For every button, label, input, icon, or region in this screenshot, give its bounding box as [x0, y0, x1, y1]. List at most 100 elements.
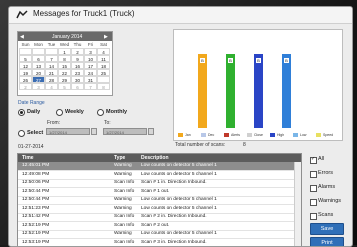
- calendar-day[interactable]: 3: [32, 83, 45, 90]
- legend-swatch: [316, 133, 321, 137]
- calendar-day[interactable]: 6: [32, 55, 45, 62]
- calendar-day[interactable]: 25: [97, 69, 110, 76]
- legend-label: High: [277, 132, 284, 138]
- calendar-day[interactable]: 4: [97, 48, 110, 55]
- calendar-day[interactable]: 5: [19, 55, 32, 62]
- cell-type: Scan Info: [114, 223, 134, 228]
- print-button[interactable]: Print: [310, 237, 344, 247]
- cell-desc: Scan # 2 out.: [141, 223, 169, 228]
- col-type-header[interactable]: Type: [114, 155, 125, 161]
- calendar-day[interactable]: 7: [45, 55, 58, 62]
- legend-swatch: [201, 133, 206, 137]
- cell-type: Warning: [114, 172, 132, 177]
- prev-month-icon[interactable]: ◀: [20, 34, 24, 40]
- scans-label: Total number of scans:: [175, 142, 225, 148]
- save-button[interactable]: Save: [310, 223, 344, 235]
- calendar-day[interactable]: 31: [84, 76, 97, 83]
- legend-swatch: [178, 133, 183, 137]
- calendar-day[interactable]: 2: [19, 83, 32, 90]
- filter-label: All: [318, 156, 324, 162]
- calendar-day[interactable]: 2: [71, 48, 84, 55]
- calendar-day[interactable]: 9: [71, 55, 84, 62]
- calendar-day[interactable]: 3: [84, 48, 97, 55]
- to-label: To:: [104, 120, 111, 126]
- cell-time: 12:50:44 PM: [22, 189, 49, 194]
- calendar-day-of-week: Mon: [32, 41, 45, 48]
- next-month-icon[interactable]: ▶: [104, 34, 108, 40]
- filter-checkbox-warnings[interactable]: [310, 199, 317, 206]
- calendar-day[interactable]: 20: [32, 69, 45, 76]
- filter-checkbox-scans[interactable]: [310, 213, 317, 220]
- chart-bar: [254, 54, 263, 128]
- calendar-day[interactable]: 5: [58, 83, 71, 90]
- table-header: Time Type Description: [18, 154, 301, 162]
- legend-label: Speed: [323, 132, 333, 138]
- window-title: Messages for Truck1 (Truck): [33, 9, 135, 18]
- table-row[interactable]: 12:53:19 PMScan InfoScan # 3 in. Directi…: [18, 239, 294, 247]
- legend-label: Dec: [208, 132, 214, 138]
- calendar-day[interactable]: 7: [84, 83, 97, 90]
- col-description-header[interactable]: Description: [141, 155, 169, 161]
- calendar-day[interactable]: 14: [45, 62, 58, 69]
- table-scrollbar[interactable]: [294, 162, 302, 247]
- calendar-day[interactable]: 11: [97, 55, 110, 62]
- filter-checkbox-alarms[interactable]: [310, 185, 317, 192]
- calendar-day[interactable]: 18: [97, 62, 110, 69]
- cell-time: 12:52:19 PM: [22, 231, 49, 236]
- calendar-day[interactable]: 13: [32, 62, 45, 69]
- calendar-day[interactable]: 8: [58, 55, 71, 62]
- cell-time: 12:51:42 PM: [22, 214, 49, 219]
- filter-label: Warnings: [318, 198, 341, 204]
- calendar-day[interactable]: 1: [58, 48, 71, 55]
- cell-type: Warning: [114, 197, 132, 202]
- filter-label: Alarms: [318, 184, 335, 190]
- title-bar: Messages for Truck1 (Truck): [9, 7, 352, 24]
- radio-daily-label: Daily: [27, 109, 40, 115]
- radio-weekly[interactable]: [56, 109, 63, 116]
- calendar-day[interactable]: 22: [58, 69, 71, 76]
- calendar-day-of-week: Tue: [45, 41, 58, 48]
- calendar-day[interactable]: 17: [84, 62, 97, 69]
- radio-weekly-label: Weekly: [65, 109, 84, 115]
- scan-chart: JanDecAlertsCloseHighLowSpeed BBBB: [173, 29, 343, 141]
- calendar-day[interactable]: 16: [71, 62, 84, 69]
- calendar-day[interactable]: 29: [58, 76, 71, 83]
- calendar-day[interactable]: 30: [71, 76, 84, 83]
- chart-bar-label: B: [228, 58, 233, 63]
- calendar-grid: SunMonTueWedThuFriSat1234567891011121314…: [19, 41, 112, 90]
- calendar-day[interactable]: 8: [97, 83, 110, 90]
- legend-label: Low: [300, 132, 306, 138]
- chart-bar: [282, 54, 291, 128]
- calendar[interactable]: ◀ January 2014 ▶ SunMonTueWedThuFriSat12…: [17, 31, 113, 96]
- calendar-day[interactable]: 24: [84, 69, 97, 76]
- calendar-day[interactable]: 19: [19, 69, 32, 76]
- calendar-day[interactable]: 4: [45, 83, 58, 90]
- chart-bar: [226, 54, 235, 128]
- radio-daily[interactable]: [18, 109, 25, 116]
- cell-type: Scan Info: [114, 180, 134, 185]
- calendar-day[interactable]: 28: [45, 76, 58, 83]
- calendar-day-of-week: Wed: [58, 41, 71, 48]
- calendar-day: [97, 76, 110, 83]
- legend-swatch: [224, 133, 229, 137]
- calendar-day[interactable]: 27: [32, 76, 45, 83]
- chart-bar-label: B: [284, 58, 289, 63]
- filter-checkbox-errors[interactable]: [310, 171, 317, 178]
- filter-checkbox-all[interactable]: [310, 157, 317, 164]
- from-date-field[interactable]: 1/27/2014: [46, 128, 90, 135]
- radio-select[interactable]: [18, 130, 25, 137]
- calendar-day[interactable]: 21: [45, 69, 58, 76]
- from-calendar-icon[interactable]: [91, 128, 97, 135]
- calendar-day[interactable]: 26: [19, 76, 32, 83]
- legend-swatch: [270, 133, 275, 137]
- calendar-day[interactable]: 23: [71, 69, 84, 76]
- col-time-header[interactable]: Time: [22, 155, 34, 161]
- calendar-day[interactable]: 12: [19, 62, 32, 69]
- to-date-field[interactable]: 1/27/2014: [103, 128, 147, 135]
- radio-monthly[interactable]: [97, 109, 104, 116]
- calendar-day[interactable]: 15: [58, 62, 71, 69]
- calendar-day[interactable]: 6: [71, 83, 84, 90]
- cell-desc: Low counts on detector 5 channel 1: [141, 197, 217, 202]
- to-calendar-icon[interactable]: [148, 128, 154, 135]
- calendar-day[interactable]: 10: [84, 55, 97, 62]
